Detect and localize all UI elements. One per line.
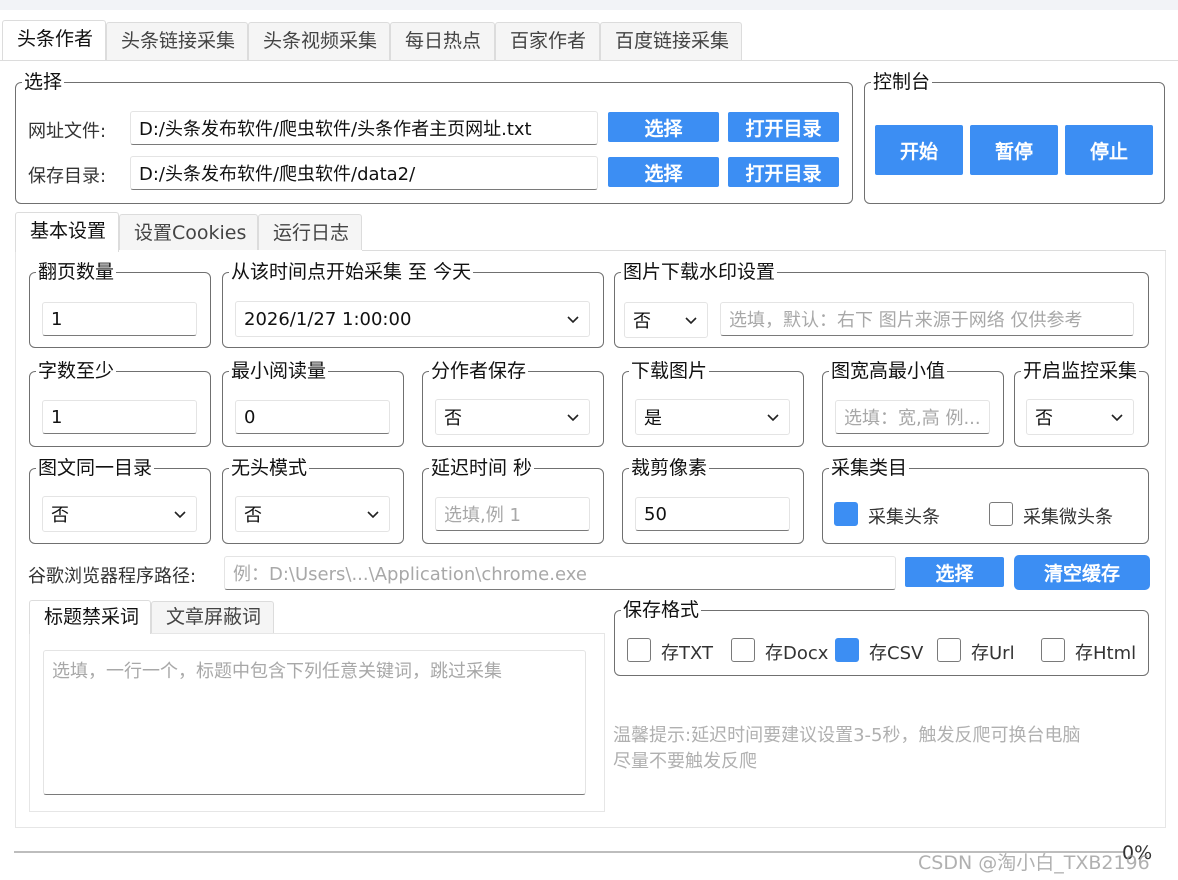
save-txt-label: 存TXT — [661, 643, 714, 664]
monitor-label: 开启监控采集 — [1023, 360, 1138, 382]
download-images-value: 是 — [644, 408, 662, 429]
url-file-input[interactable]: D:/头条发布软件/爬虫软件/头条作者主页网址.txt — [130, 111, 598, 145]
delay-input[interactable]: 选填,例 1 — [435, 497, 590, 531]
min-size-input[interactable]: 选填：宽,高 例... — [835, 400, 990, 434]
tab-toutiao-link-collect[interactable]: 头条链接采集 — [106, 22, 248, 60]
csdn-watermark: CSDN @淘小白_TXB2196 — [918, 852, 1150, 874]
start-button[interactable]: 开始 — [875, 125, 963, 175]
tip-line-2: 尽量不要触发反爬 — [613, 751, 757, 772]
watermark-select-value: 否 — [633, 311, 651, 332]
watermark-text-input[interactable]: 选填，默认：右下 图片来源于网络 仅供参考 — [720, 302, 1134, 336]
tab-set-cookies[interactable]: 设置Cookies — [119, 214, 258, 252]
monitor-value: 否 — [1035, 408, 1053, 429]
start-time-value: 2026/1/27 1:00:00 — [244, 308, 412, 330]
same-dir-value: 否 — [51, 505, 69, 526]
crop-input[interactable]: 50 — [635, 497, 790, 531]
same-dir-label: 图文同一目录 — [38, 457, 153, 479]
min-words-label: 字数至少 — [38, 360, 115, 382]
min-size-label: 图宽高最小值 — [831, 360, 946, 382]
headless-value: 否 — [244, 505, 262, 526]
start-time-picker[interactable]: 2026/1/27 1:00:00 — [235, 301, 590, 337]
choose-chrome-button[interactable]: 选择 — [905, 557, 1004, 587]
collect-weitoutiao-checkbox[interactable] — [989, 502, 1013, 526]
tab-divider — [0, 60, 1178, 61]
headless-select[interactable]: 否 — [235, 496, 390, 532]
subtab-divider — [362, 250, 1166, 251]
chrome-path-input[interactable]: 例：D:\Users\...\Application\chrome.exe — [224, 556, 896, 590]
by-author-select[interactable]: 否 — [435, 399, 590, 435]
min-reads-label: 最小阅读量 — [231, 360, 327, 382]
open-save-dir-button[interactable]: 打开目录 — [728, 157, 839, 187]
tab-daily-hot[interactable]: 每日热点 — [390, 22, 495, 60]
tab-run-log[interactable]: 运行日志 — [258, 214, 362, 252]
chrome-path-label: 谷歌浏览器程序路径: — [28, 566, 197, 587]
save-html-label: 存Html — [1075, 643, 1137, 664]
tab-toutiao-video-collect[interactable]: 头条视频采集 — [248, 22, 390, 60]
save-html-checkbox[interactable] — [1041, 638, 1065, 662]
start-time-label: 从该时间点开始采集 至 今天 — [231, 261, 472, 283]
pages-input[interactable]: 1 — [42, 302, 197, 336]
by-author-value: 否 — [444, 408, 462, 429]
open-url-dir-button[interactable]: 打开目录 — [728, 112, 839, 142]
crop-label: 裁剪像素 — [631, 457, 708, 479]
save-txt-checkbox[interactable] — [627, 638, 651, 662]
chevron-down-icon — [685, 317, 697, 325]
save-dir-label: 保存目录: — [28, 166, 107, 187]
save-docx-label: 存Docx — [765, 643, 829, 664]
monitor-select[interactable]: 否 — [1026, 399, 1134, 435]
collect-toutiao-label: 采集头条 — [868, 507, 940, 528]
collect-toutiao-checkbox[interactable] — [834, 502, 858, 526]
tab-toutiao-author[interactable]: 头条作者 — [2, 20, 106, 60]
select-group-legend: 选择 — [24, 71, 63, 93]
window-top-band — [0, 0, 1178, 10]
download-images-select[interactable]: 是 — [635, 399, 790, 435]
watermark-select[interactable]: 否 — [624, 302, 708, 338]
chevron-down-icon — [567, 414, 579, 422]
save-csv-label: 存CSV — [869, 643, 924, 664]
save-url-label: 存Url — [971, 643, 1015, 664]
category-label: 采集类目 — [831, 457, 908, 479]
url-file-label: 网址文件: — [28, 121, 107, 142]
tip-line-1: 温馨提示:延迟时间要建议设置3-5秒，触发反爬可换台电脑 — [613, 725, 1081, 746]
chevron-down-icon — [767, 414, 779, 422]
save-dir-input[interactable]: D:/头条发布软件/爬虫软件/data2/ — [130, 156, 598, 190]
stop-button[interactable]: 停止 — [1065, 125, 1153, 175]
choose-save-dir-button[interactable]: 选择 — [608, 157, 719, 187]
tab-baijia-author[interactable]: 百家作者 — [495, 22, 600, 60]
pages-label: 翻页数量 — [38, 261, 115, 283]
title-ban-words-textarea[interactable]: 选填，一行一个，标题中包含下列任意关键词，跳过采集 — [43, 650, 586, 795]
save-format-label: 保存格式 — [623, 599, 700, 621]
headless-label: 无头模式 — [231, 457, 308, 479]
delay-label: 延迟时间 秒 — [431, 457, 533, 479]
save-url-checkbox[interactable] — [937, 638, 961, 662]
tab-article-block-words[interactable]: 文章屏蔽词 — [151, 601, 274, 634]
min-reads-input[interactable]: 0 — [235, 400, 390, 434]
chevron-down-icon — [1111, 414, 1123, 422]
save-docx-checkbox[interactable] — [731, 638, 755, 662]
tab-basic-settings[interactable]: 基本设置 — [15, 212, 119, 252]
console-legend: 控制台 — [873, 71, 931, 93]
tab-title-ban-words[interactable]: 标题禁采词 — [29, 600, 151, 634]
download-images-label: 下载图片 — [631, 360, 708, 382]
chevron-down-icon — [174, 511, 186, 519]
clear-cache-button[interactable]: 清空缓存 — [1014, 555, 1150, 590]
min-words-input[interactable]: 1 — [42, 400, 197, 434]
same-dir-select[interactable]: 否 — [42, 496, 197, 532]
chevron-down-icon — [567, 316, 579, 324]
chevron-down-icon — [367, 511, 379, 519]
by-author-label: 分作者保存 — [431, 360, 527, 382]
tab-baidu-link-collect[interactable]: 百度链接采集 — [600, 22, 742, 60]
watermark-label: 图片下载水印设置 — [623, 261, 776, 283]
save-csv-checkbox[interactable] — [835, 638, 859, 662]
pause-button[interactable]: 暂停 — [970, 125, 1058, 175]
choose-url-file-button[interactable]: 选择 — [608, 112, 719, 142]
category-group: 采集类目 — [822, 458, 1149, 544]
collect-weitoutiao-label: 采集微头条 — [1023, 507, 1113, 528]
